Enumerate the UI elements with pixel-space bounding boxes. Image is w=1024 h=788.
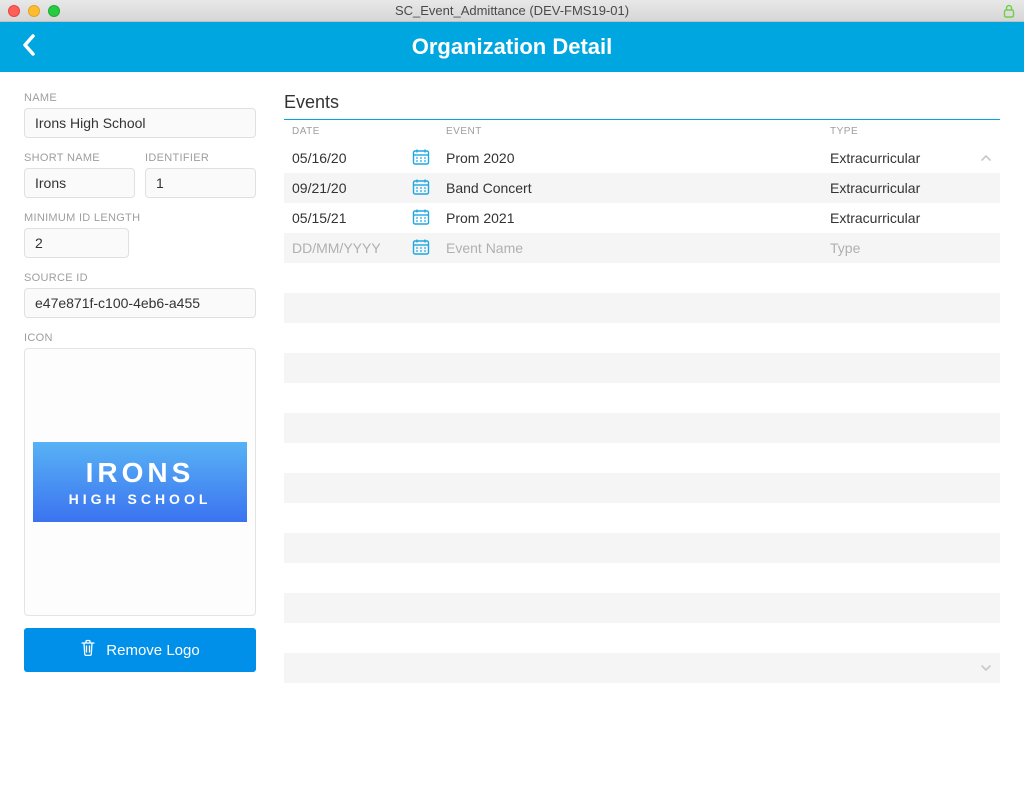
table-row-empty (284, 353, 1000, 383)
remove-logo-label: Remove Logo (106, 642, 199, 659)
form-column: NAME SHORT NAME IDENTIFIER MINIMUM ID LE… (24, 92, 256, 686)
event-date[interactable]: 05/16/20 (284, 143, 404, 173)
close-window-button[interactable] (8, 5, 20, 17)
table-row-empty (284, 323, 1000, 353)
event-date[interactable]: 09/21/20 (284, 173, 404, 203)
new-event-date[interactable]: DD/MM/YYYY (284, 233, 404, 263)
col-date-header: DATE (284, 120, 404, 143)
calendar-icon[interactable] (404, 203, 438, 233)
new-event-type[interactable]: Type (822, 233, 972, 263)
table-row-empty (284, 263, 1000, 293)
page-title: Organization Detail (412, 34, 612, 60)
events-table: DATE EVENT TYPE 05/16/20 Prom 2020Extracu… (284, 120, 1000, 683)
col-cal-header (404, 120, 438, 143)
events-table-wrap: DATE EVENT TYPE 05/16/20 Prom 2020Extracu… (284, 119, 1000, 683)
row-chevron (972, 143, 1000, 173)
source-id-input[interactable] (24, 288, 256, 318)
event-type[interactable]: Extracurricular (822, 203, 972, 233)
table-row-new[interactable]: DD/MM/YYYY Event NameType (284, 233, 1000, 263)
event-name[interactable]: Band Concert (438, 173, 822, 203)
table-row-empty (284, 503, 1000, 533)
remove-logo-button[interactable]: Remove Logo (24, 628, 256, 672)
table-row-empty (284, 473, 1000, 503)
main-content: NAME SHORT NAME IDENTIFIER MINIMUM ID LE… (0, 72, 1024, 706)
col-chevron-header (972, 120, 1000, 143)
event-name[interactable]: Prom 2020 (438, 143, 822, 173)
back-button[interactable] (20, 32, 38, 63)
traffic-lights (8, 5, 60, 17)
identifier-input[interactable] (145, 168, 256, 198)
table-row-empty (284, 383, 1000, 413)
logo-line-2: HIGH SCHOOL (69, 491, 212, 507)
row-chevron (972, 233, 1000, 263)
events-column: Events DATE EVENT TYPE 05/16/20 Prom 2020… (284, 92, 1000, 686)
table-row-empty (284, 563, 1000, 593)
identifier-label: IDENTIFIER (145, 152, 256, 164)
row-chevron (972, 173, 1000, 203)
table-row[interactable]: 05/15/21 Prom 2021Extracurricular (284, 203, 1000, 233)
table-row[interactable]: 05/16/20 Prom 2020Extracurricular (284, 143, 1000, 173)
source-id-label: SOURCE ID (24, 272, 256, 284)
logo-line-1: IRONS (86, 457, 195, 489)
calendar-icon[interactable] (404, 173, 438, 203)
icon-label: ICON (24, 332, 256, 344)
maximize-window-button[interactable] (48, 5, 60, 17)
table-row-empty (284, 443, 1000, 473)
name-label: NAME (24, 92, 256, 104)
calendar-icon[interactable] (404, 143, 438, 173)
window-title: SC_Event_Admittance (DEV-FMS19-01) (395, 3, 629, 18)
short-name-input[interactable] (24, 168, 135, 198)
table-row-empty (284, 623, 1000, 653)
row-chevron (972, 203, 1000, 233)
min-id-length-input[interactable] (24, 228, 129, 258)
event-name[interactable]: Prom 2021 (438, 203, 822, 233)
name-input[interactable] (24, 108, 256, 138)
col-event-header: EVENT (438, 120, 822, 143)
lock-icon (1002, 4, 1016, 18)
titlebar: SC_Event_Admittance (DEV-FMS19-01) (0, 0, 1024, 22)
organization-logo: IRONS HIGH SCHOOL (33, 442, 247, 522)
new-event-name[interactable]: Event Name (438, 233, 822, 263)
table-row-empty (284, 293, 1000, 323)
table-row-empty (284, 593, 1000, 623)
table-row[interactable]: 09/21/20 Band ConcertExtracurricular (284, 173, 1000, 203)
table-row-empty (284, 533, 1000, 563)
chevron-down-icon[interactable] (980, 662, 992, 676)
event-type[interactable]: Extracurricular (822, 143, 972, 173)
calendar-icon[interactable] (404, 233, 438, 263)
short-name-label: SHORT NAME (24, 152, 135, 164)
events-title: Events (284, 92, 1000, 113)
minimize-window-button[interactable] (28, 5, 40, 17)
events-header-row: DATE EVENT TYPE (284, 120, 1000, 143)
icon-container[interactable]: IRONS HIGH SCHOOL (24, 348, 256, 616)
table-row-empty (284, 653, 1000, 683)
event-type[interactable]: Extracurricular (822, 173, 972, 203)
page-header: Organization Detail (0, 22, 1024, 72)
col-type-header: TYPE (822, 120, 972, 143)
table-row-empty (284, 413, 1000, 443)
min-id-length-label: MINIMUM ID LENGTH (24, 212, 256, 224)
trash-icon (80, 639, 96, 661)
event-date[interactable]: 05/15/21 (284, 203, 404, 233)
chevron-up-icon[interactable] (980, 152, 992, 166)
